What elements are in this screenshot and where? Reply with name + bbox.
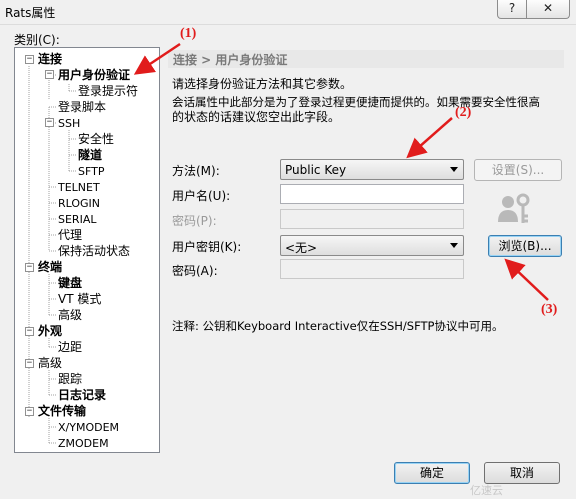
annotation-arrow-2 xyxy=(406,117,453,159)
collapse-file-transfer-icon[interactable]: − xyxy=(25,407,34,416)
cancel-button[interactable]: 取消 xyxy=(484,462,560,484)
tree-item-keepalive[interactable]: 保持活动状态 xyxy=(58,244,130,259)
annotation-label-2: (2) xyxy=(455,105,472,120)
tree-item-login-script[interactable]: 登录脚本 xyxy=(58,100,106,115)
tree-item-file-transfer[interactable]: 文件传输 xyxy=(38,404,86,419)
user-key-icon xyxy=(498,193,530,223)
password-input[interactable] xyxy=(280,209,464,229)
tree-item-advanced-terminal[interactable]: 高级 xyxy=(58,308,82,323)
browse-button[interactable]: 浏览(B)... xyxy=(488,235,562,257)
tree-item-login-prompt[interactable]: 登录提示符 xyxy=(78,84,138,99)
tree-item-security[interactable]: 安全性 xyxy=(78,132,114,147)
chevron-down-icon xyxy=(450,243,458,248)
tree-item-tunnel[interactable]: 隧道 xyxy=(78,148,102,163)
tree-item-ssh[interactable]: SSH xyxy=(58,116,80,131)
tree-item-connection[interactable]: 连接 xyxy=(38,52,62,67)
tree-item-sftp[interactable]: SFTP xyxy=(78,164,104,179)
userkey-label: 用户密钥(K): xyxy=(172,240,242,254)
passphrase-input[interactable] xyxy=(280,259,464,279)
tree-item-logging[interactable]: 日志记录 xyxy=(58,388,106,403)
method-value: Public Key xyxy=(285,163,347,177)
settings-button[interactable]: 设置(S)... xyxy=(474,159,562,181)
collapse-terminal-icon[interactable]: − xyxy=(25,263,34,272)
password-label: 密码(P): xyxy=(172,214,217,228)
title-bar: Rats属性 ? ✕ xyxy=(0,0,576,25)
method-label: 方法(M): xyxy=(172,164,220,178)
tree-item-appearance[interactable]: 外观 xyxy=(38,324,62,339)
tree-item-proxy[interactable]: 代理 xyxy=(58,228,82,243)
watermark: 亿速云 xyxy=(470,484,503,497)
tree-item-xymodem[interactable]: X/YMODEM xyxy=(58,420,119,435)
tree-item-zmodem[interactable]: ZMODEM xyxy=(58,436,109,451)
collapse-appearance-icon[interactable]: − xyxy=(25,327,34,336)
tree-item-serial[interactable]: SERIAL xyxy=(58,212,96,227)
tree-item-auth[interactable]: 用户身份验证 xyxy=(58,68,131,83)
description-line-3: 的状态的话建议您空出此字段。 xyxy=(172,110,341,124)
tree-item-terminal[interactable]: 终端 xyxy=(38,260,62,275)
annotation-label-1: (1) xyxy=(180,26,197,41)
tree-item-trace[interactable]: 跟踪 xyxy=(58,372,82,387)
protocol-note: 注释: 公钥和Keyboard Interactive仅在SSH/SFTP协议中… xyxy=(172,319,504,333)
collapse-auth-icon[interactable]: − xyxy=(45,70,54,79)
collapse-advanced-icon[interactable]: − xyxy=(25,359,34,368)
tree-item-vt-mode[interactable]: VT 模式 xyxy=(58,292,101,307)
userkey-select[interactable]: <无> xyxy=(280,235,464,256)
category-label: 类别(C): xyxy=(14,33,60,47)
category-tree[interactable]: − 连接 − 用户身份验证 登录提示符 登录脚本 − SSH 安全性 隧道 SF… xyxy=(14,47,160,453)
chevron-down-icon xyxy=(450,167,458,172)
tree-item-margin[interactable]: 边距 xyxy=(58,340,82,355)
collapse-connection-icon[interactable]: − xyxy=(25,55,34,64)
annotation-arrow-3 xyxy=(504,258,549,301)
passphrase-label: 密码(A): xyxy=(172,264,218,278)
description-line-1: 请选择身份验证方法和其它参数。 xyxy=(172,77,353,91)
tree-item-keyboard[interactable]: 键盘 xyxy=(58,276,82,291)
annotation-label-3: (3) xyxy=(541,302,558,317)
userkey-value: <无> xyxy=(285,241,318,255)
username-label: 用户名(U): xyxy=(172,189,231,203)
window-title: Rats属性 xyxy=(5,6,56,20)
close-button[interactable]: ✕ xyxy=(526,0,570,19)
collapse-ssh-icon[interactable]: − xyxy=(45,118,54,127)
tree-item-telnet[interactable]: TELNET xyxy=(58,180,100,195)
help-button[interactable]: ? xyxy=(497,0,527,19)
section-header: 连接 > 用户身份验证 xyxy=(168,50,564,68)
username-input[interactable] xyxy=(280,184,464,204)
tree-item-advanced[interactable]: 高级 xyxy=(38,356,62,371)
method-select[interactable]: Public Key xyxy=(280,159,464,180)
breadcrumb: 连接 > 用户身份验证 xyxy=(173,53,288,67)
ok-button[interactable]: 确定 xyxy=(394,462,470,484)
tree-item-rlogin[interactable]: RLOGIN xyxy=(58,196,100,211)
